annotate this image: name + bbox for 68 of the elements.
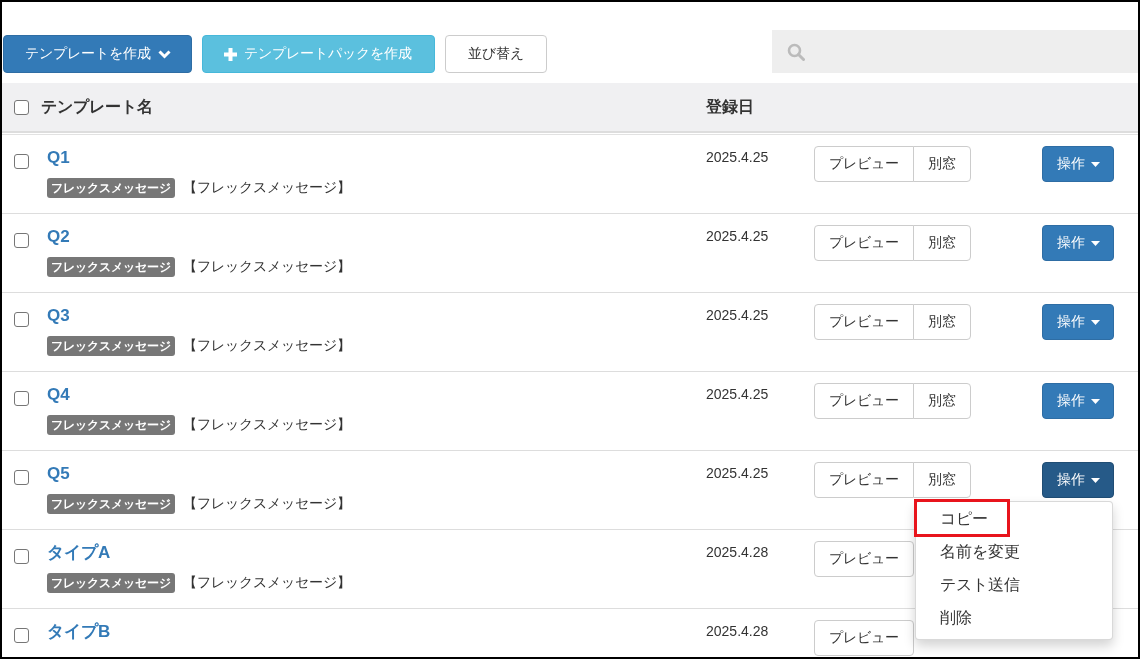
actions-dropdown-button[interactable]: 操作 xyxy=(1042,304,1114,340)
registration-date: 2025.4.25 xyxy=(706,148,769,167)
registration-date: 2025.4.28 xyxy=(706,622,769,641)
row-checkbox[interactable] xyxy=(14,549,29,565)
search-icon xyxy=(787,42,805,61)
caret-down-icon xyxy=(1090,477,1100,483)
preview-button[interactable]: プレビュー xyxy=(814,225,914,261)
row-checkbox[interactable] xyxy=(14,233,29,249)
row-checkbox[interactable] xyxy=(14,628,29,644)
preview-button[interactable]: プレビュー xyxy=(814,462,914,498)
type-badge: フレックスメッセージ xyxy=(47,573,175,593)
menu-item[interactable]: 削除 xyxy=(916,601,994,634)
preview-button[interactable]: プレビュー xyxy=(814,620,914,656)
caret-down-icon xyxy=(1090,240,1100,246)
chevron-down-icon xyxy=(158,49,171,59)
template-name-link[interactable]: Q3 xyxy=(47,304,70,328)
template-name-link[interactable]: タイプB xyxy=(47,620,111,644)
actions-dropdown-button[interactable]: 操作 xyxy=(1042,462,1114,498)
type-badge: フレックスメッセージ xyxy=(47,494,175,514)
sort-button[interactable]: 並び替え xyxy=(445,35,547,73)
registration-date: 2025.4.25 xyxy=(706,227,769,246)
menu-item[interactable]: テスト送信 xyxy=(916,568,1042,601)
caret-down-icon xyxy=(1090,319,1100,325)
type-badge: フレックスメッセージ xyxy=(47,178,175,198)
column-header: 登録日 xyxy=(706,97,754,115)
row-checkbox[interactable] xyxy=(14,312,29,328)
new-window-button[interactable]: 別窓 xyxy=(913,383,971,419)
search-field[interactable] xyxy=(772,30,1138,73)
new-window-button[interactable]: 別窓 xyxy=(913,146,971,182)
template-description: 【フレックスメッセージ】 xyxy=(183,258,351,276)
template-description: 【フレックスメッセージ】 xyxy=(183,179,351,197)
menu-item[interactable]: 名前を変更 xyxy=(916,535,1042,568)
template-name-link[interactable]: タイプA xyxy=(47,541,111,565)
select-all-checkbox[interactable] xyxy=(14,100,29,116)
row-checkbox[interactable] xyxy=(14,470,29,486)
registration-date: 2025.4.28 xyxy=(706,543,769,562)
template-name-link[interactable]: Q2 xyxy=(47,225,70,249)
actions-dropdown-button[interactable]: 操作 xyxy=(1042,146,1114,182)
template-description: 【フレックスメッセージ】 xyxy=(183,416,351,434)
registration-date: 2025.4.25 xyxy=(706,306,769,325)
preview-button[interactable]: プレビュー xyxy=(814,146,914,182)
preview-button[interactable]: プレビュー xyxy=(814,304,914,340)
caret-down-icon xyxy=(1090,398,1100,404)
template-name-link[interactable]: Q1 xyxy=(47,146,70,170)
type-badge: フレックスメッセージ xyxy=(47,257,175,277)
registration-date: 2025.4.25 xyxy=(706,385,769,404)
new-window-button[interactable]: 別窓 xyxy=(913,225,971,261)
caret-down-icon xyxy=(1090,161,1100,167)
preview-button[interactable]: プレビュー xyxy=(814,383,914,419)
create-template-button[interactable]: テンプレートを作成 xyxy=(3,35,192,73)
new-window-button[interactable]: 別窓 xyxy=(913,462,971,498)
row-checkbox[interactable] xyxy=(14,391,29,407)
template-description: 【フレックスメッセージ】 xyxy=(183,337,351,355)
plus-icon xyxy=(224,47,237,61)
actions-dropdown-button[interactable]: 操作 xyxy=(1042,225,1114,261)
menu-item[interactable]: コピー xyxy=(914,499,1010,537)
column-header: テンプレート名 xyxy=(41,97,153,115)
row-checkbox[interactable] xyxy=(14,154,29,170)
template-name-link[interactable]: Q4 xyxy=(47,383,70,407)
registration-date: 2025.4.25 xyxy=(706,464,769,483)
template-name-link[interactable]: Q5 xyxy=(47,462,70,486)
template-description: 【フレックスメッセージ】 xyxy=(183,495,351,513)
type-badge: フレックスメッセージ xyxy=(47,415,175,435)
type-badge: フレックスメッセージ xyxy=(47,336,175,356)
actions-dropdown-button[interactable]: 操作 xyxy=(1042,383,1114,419)
template-description: 【フレックスメッセージ】 xyxy=(183,574,351,592)
new-window-button[interactable]: 別窓 xyxy=(913,304,971,340)
preview-button[interactable]: プレビュー xyxy=(814,541,914,577)
